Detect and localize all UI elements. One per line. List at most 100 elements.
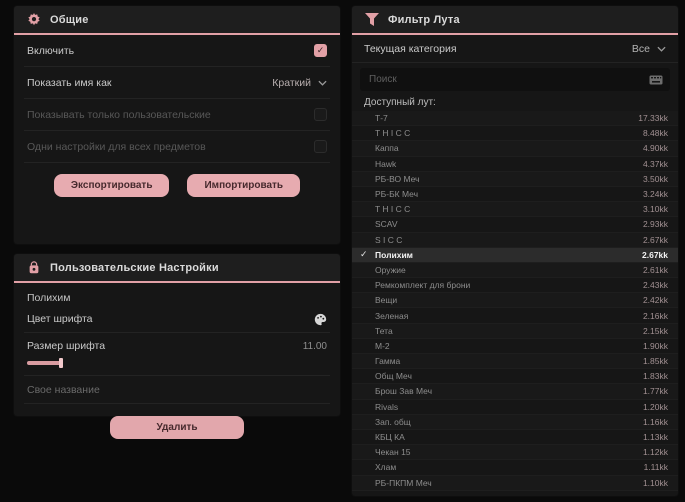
export-button[interactable]: Экспортировать	[53, 174, 170, 197]
loot-item-name: Вещи	[375, 295, 398, 306]
loot-list-item[interactable]: ✓ Зеленая 2.16kk	[352, 308, 678, 324]
loot-list-item[interactable]: ✓ Rivals 1.20kk	[352, 400, 678, 415]
loot-filter-title: Фильтр Лута	[388, 13, 460, 26]
loot-list-item[interactable]: ✓ М-2 1.90kk	[352, 339, 678, 354]
loot-item-value: 1.77kk	[642, 386, 668, 397]
user-settings-icon	[27, 260, 41, 275]
loot-list-item[interactable]: ✓ Зап. общ 1.16kk	[352, 414, 678, 430]
loot-item-name: Чекан 15	[375, 447, 411, 458]
loot-item-value: 1.83kk	[642, 371, 668, 382]
loot-item-value: 3.24kk	[642, 189, 668, 200]
loot-item-value: 2.61kk	[642, 264, 668, 275]
enable-checkbox[interactable]: ✓	[314, 44, 327, 57]
gear-icon	[27, 12, 41, 27]
import-button[interactable]: Импортировать	[187, 174, 301, 197]
only-custom-checkbox[interactable]	[314, 108, 327, 121]
loot-item-name: Зап. общ	[375, 416, 411, 427]
loot-list-item[interactable]: ✓ SCAV 2.93kk	[352, 217, 678, 233]
only-custom-label: Показывать только пользовательские	[27, 108, 211, 121]
loot-item-value: 2.15kk	[642, 325, 668, 336]
keyboard-icon[interactable]	[649, 75, 663, 85]
check-icon: ✓	[360, 249, 368, 260]
delete-button[interactable]: Удалить	[110, 416, 244, 439]
loot-item-name: Гамма	[375, 356, 401, 367]
loot-list-item[interactable]: ✓ T H I C C 3.10kk	[352, 202, 678, 218]
same-settings-checkbox[interactable]	[314, 140, 327, 153]
loot-item-name: Хлам	[375, 462, 397, 473]
loot-list-item[interactable]: ✓ Оружие 2.61kk	[352, 262, 678, 279]
loot-item-value: 1.11kk	[643, 462, 668, 473]
loot-item-value: 2.67kk	[642, 234, 668, 245]
loot-item-name: T H I C C	[375, 204, 411, 215]
general-panel-header: Общие	[14, 6, 340, 35]
loot-list-item[interactable]: ✓ Т-7 17.33kk	[352, 111, 678, 127]
category-dropdown[interactable]: Все	[632, 43, 666, 55]
loot-list-item[interactable]: ✓ Тета 2.15kk	[352, 323, 678, 339]
loot-item-value: 1.20kk	[642, 401, 668, 412]
loot-item-value: 1.12kk	[642, 447, 668, 458]
show-name-value: Краткий	[272, 76, 311, 89]
loot-item-value: 2.16kk	[642, 310, 668, 321]
font-size-row: Размер шрифта 11.00	[24, 333, 330, 376]
loot-item-value: 1.10kk	[642, 477, 668, 488]
loot-item-name: Оружие	[375, 264, 406, 275]
palette-icon[interactable]	[314, 313, 327, 326]
loot-item-value: 2.43kk	[642, 280, 668, 291]
available-loot-label: Доступный лут:	[364, 97, 436, 108]
loot-list-item[interactable]: ✓ Полихим 2.67kk	[352, 247, 678, 263]
font-color-row: Цвет шрифта	[24, 306, 330, 333]
category-row: Текущая категория Все	[352, 35, 678, 63]
loot-item-name: T H I C C	[375, 128, 411, 139]
loot-item-value: 1.13kk	[642, 432, 668, 443]
loot-item-value: 1.16kk	[642, 416, 668, 427]
loot-item-value: 4.90kk	[642, 143, 668, 154]
loot-list-item[interactable]: ✓ Hawk 4.37kk	[352, 157, 678, 172]
loot-list-item[interactable]: ✓ РБ-БК Меч 3.24kk	[352, 187, 678, 203]
show-name-dropdown[interactable]: Краткий	[272, 77, 327, 89]
loot-list-item[interactable]: ✓ Чекан 15 1.12kk	[352, 445, 678, 461]
loot-item-name: Зеленая	[375, 310, 409, 321]
show-name-row: Показать имя как Краткий	[24, 67, 330, 99]
only-custom-row: Показывать только пользовательские	[24, 99, 330, 131]
loot-list-item[interactable]: ✓ Общ Меч 1.83kk	[352, 369, 678, 385]
loot-list-item[interactable]: ✓ Брош Зав Меч 1.77kk	[352, 384, 678, 400]
search-bar[interactable]	[360, 68, 670, 91]
loot-list-item[interactable]: ✓ T H I C C 8.48kk	[352, 126, 678, 142]
selected-item-name: Полихим	[27, 292, 71, 304]
loot-item-name: Т-7	[375, 113, 388, 124]
loot-list-item[interactable]: ✓ РБ-ПКПМ Меч 1.10kk	[352, 475, 678, 491]
chevron-down-icon	[318, 80, 327, 86]
loot-item-value: 1.85kk	[642, 356, 668, 367]
loot-list-item[interactable]: ✓ РБ-ВО Меч 3.50kk	[352, 171, 678, 187]
loot-list-item[interactable]: ✓ Гамма 1.85kk	[352, 354, 678, 370]
custom-name-input[interactable]	[24, 383, 330, 396]
loot-list-item[interactable]: ✓ Вещи 2.42kk	[352, 293, 678, 309]
slider-handle[interactable]	[59, 358, 63, 368]
enable-row: Включить ✓	[24, 35, 330, 67]
loot-item-name: Каппа	[375, 143, 399, 154]
slider-fill	[27, 361, 61, 365]
loot-item-name: Hawk	[375, 158, 397, 169]
font-size-label: Размер шрифта	[27, 340, 106, 352]
search-input[interactable]	[367, 73, 649, 86]
category-value: Все	[631, 42, 650, 55]
loot-item-name: Rivals	[375, 401, 399, 412]
loot-list-item[interactable]: ✓ КБЦ КА 1.13kk	[352, 430, 678, 446]
loot-item-name: М-2	[375, 340, 390, 351]
font-size-slider[interactable]	[27, 358, 327, 368]
loot-item-name: Брош Зав Меч	[375, 386, 433, 397]
custom-name-row	[24, 376, 330, 404]
loot-list-item[interactable]: ✓ Хлам 1.11kk	[352, 460, 678, 476]
loot-item-name: Полихим	[375, 249, 413, 260]
loot-item-name: Ремкомплект для брони	[375, 280, 471, 291]
same-settings-row: Одни настройки для всех предметов	[24, 131, 330, 163]
same-settings-label: Одни настройки для всех предметов	[27, 140, 206, 153]
loot-list-item[interactable]: ✓ S I C C 2.67kk	[352, 232, 678, 248]
loot-list-item[interactable]: ✓ Каппа 4.90kk	[352, 141, 678, 157]
loot-item-name: Тета	[375, 325, 393, 336]
user-settings-title: Пользовательские Настройки	[50, 261, 219, 274]
loot-item-value: 3.50kk	[642, 173, 668, 184]
loot-item-value: 8.48kk	[642, 128, 668, 139]
loot-list-item[interactable]: ✓ Ремкомплект для брони 2.43kk	[352, 278, 678, 294]
show-name-label: Показать имя как	[27, 76, 112, 89]
